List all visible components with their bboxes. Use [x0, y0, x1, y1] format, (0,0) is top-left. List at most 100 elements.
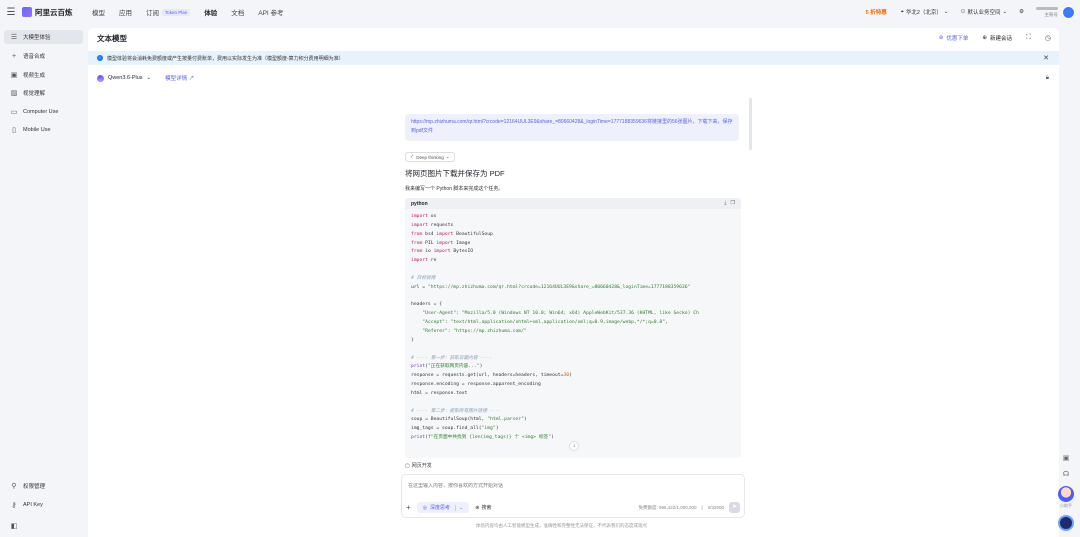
brand-logo[interactable]: 阿里云百炼 [22, 7, 92, 18]
link-label: 模型详情 [165, 76, 188, 82]
sidebar-item-permissions[interactable]: ⚲ 权限管理 [4, 479, 83, 493]
new-chat-button[interactable]: ⊕ 新建会话 [982, 34, 1012, 42]
account-type: 主账号 [1044, 11, 1059, 17]
scrollbar[interactable] [749, 98, 752, 150]
user-info[interactable]: 主账号 [1036, 6, 1059, 18]
send-button[interactable]: ➤ [729, 502, 740, 513]
chevron-down-icon: ⌄ [1002, 9, 1008, 15]
robot-assistant-icon[interactable] [1058, 515, 1074, 531]
nav-docs[interactable]: 文档 [231, 7, 244, 17]
sidebar-item-llm[interactable]: ☰ 大模型体验 [4, 30, 83, 44]
sidebar-item-video[interactable]: ▣ 视频生成 [4, 68, 83, 82]
chat-input-box: + ◎深度思考 ⌄ ⊕搜索 免费额度: 996,422/1,000,000 | 0… [401, 474, 745, 518]
settings-icon[interactable]: ⚙ [1019, 9, 1024, 15]
attach-plus-icon[interactable]: + [406, 503, 411, 512]
brand-name: 阿里云百炼 [35, 7, 73, 17]
quota-text: 免费额度: 996,422/1,000,000 [638, 504, 697, 510]
monitor-icon: ▭ [10, 109, 18, 116]
model-detail-link[interactable]: 模型详情 ↗ [165, 74, 194, 82]
button-label: 搜索 [481, 505, 492, 511]
chevron-down-icon: ⌄ [455, 504, 463, 511]
model-name: Qwen3.6-Plus [108, 75, 143, 81]
deep-thinking-toggle[interactable]: ✓ Deep thinking ⌄ [405, 152, 455, 162]
text-icon: ☰ [10, 34, 18, 41]
sidebar-item-tts[interactable]: + 语音合成 [4, 49, 83, 63]
optimize-order-button[interactable]: ⊛ 优惠下单 [939, 34, 969, 42]
button-label: 深度思考 [430, 505, 451, 511]
sidebar-item-label: 语音合成 [23, 54, 46, 60]
workspace-icon: ⚇ [960, 9, 966, 15]
assistant-message: ✓ Deep thinking ⌄ 将网页图片下载并保存为 PDF 我来编写一个 P… [405, 152, 741, 458]
nav-subscription[interactable]: 订阅 Token Plan [146, 7, 191, 17]
code-content: import os import requests from bs4 impor… [411, 214, 699, 441]
brain-icon: ◎ [422, 504, 428, 511]
nav-apps[interactable]: 应用 [119, 7, 132, 17]
panel-icon: ◧ [10, 523, 18, 530]
main-panel: 文本模型 ⊛ 优惠下单 ⊕ 新建会话 ⛶ ◷ i 模型体验将会消耗免费额度或产生按量… [88, 28, 1059, 537]
nav-experience[interactable]: 体验 [204, 7, 217, 17]
chat-input[interactable] [408, 483, 708, 489]
sidebar-item-api-key[interactable]: ⚷ API Key [4, 498, 83, 512]
web-search-button[interactable]: ⊕ 搜索 [475, 504, 492, 512]
menu-icon[interactable]: ☰ [0, 7, 22, 18]
download-icon[interactable]: ⤓ [724, 200, 726, 206]
nav-label: 文档 [231, 10, 245, 17]
region-selector[interactable]: ⌖ 华北2（北京） ⌄ [901, 8, 949, 17]
response-intro: 我来编写一个 Python 脚本来完成这个任务。 [405, 186, 504, 192]
scroll-to-bottom-button[interactable]: ↓ [569, 441, 579, 451]
image-icon: ▨ [10, 90, 18, 97]
page-title: 文本模型 [97, 33, 127, 43]
code-block: python ⤓ ❐ import os import requests from… [405, 198, 741, 458]
nav-models[interactable]: 模型 [92, 7, 105, 17]
username-masked [1036, 6, 1058, 10]
external-link-icon: ↗ [188, 76, 195, 82]
web-dev-chip[interactable]: ▢ 网页开发 [405, 462, 432, 470]
workspace-selector[interactable]: ⚇ 默认业务空间 ⌄ [961, 8, 1008, 16]
plus-icon: + [11, 52, 17, 60]
title-actions: ⊛ 优惠下单 ⊕ 新建会话 ⛶ ◷ [939, 28, 1051, 48]
sidebar-item-vision[interactable]: ▨ 视觉理解 [4, 86, 83, 100]
deep-think-button[interactable]: ◎ 深度思考 ⌄ [416, 502, 470, 513]
button-label: 新建会话 [989, 36, 1012, 42]
history-icon[interactable]: ◷ [1045, 34, 1051, 42]
mobile-icon: ▯ [12, 127, 16, 134]
model-bar: Qwen3.6-Plus ⌄ 模型详情 ↗ [97, 74, 194, 82]
chevron-down-icon: ⌄ [146, 75, 152, 81]
nav-label: API 参考 [258, 10, 284, 17]
sidebar-item-label: API Key [23, 502, 43, 508]
lock-icon[interactable]: 🔒︎ [1046, 75, 1049, 82]
token-plan-tag: Token Plan [162, 8, 191, 16]
feedback-icon[interactable]: ▣ [1061, 454, 1071, 464]
nav-right: 5 折特惠 ⌖ 华北2（北京） ⌄ ⚇ 默认业务空间 ⌄ ⚙ 主账号 [866, 0, 1080, 24]
info-icon: i [97, 55, 103, 61]
code-language: python [405, 198, 741, 209]
input-tools: + ◎ 深度思考 ⌄ ⊕ 搜索 [406, 502, 491, 513]
copy-icon[interactable]: ❐ [731, 200, 735, 206]
nav-api-reference[interactable]: API 参考 [258, 7, 283, 17]
chevron-down-icon: ⌄ [943, 9, 949, 15]
globe-icon: ⊕ [475, 504, 480, 511]
sidebar-item-mobile-use[interactable]: ▯ Mobile Use [4, 123, 83, 137]
collapse-sidebar-icon[interactable]: ◧ [4, 519, 18, 533]
headset-icon[interactable]: ☊ [1061, 470, 1071, 480]
qwen-logo-icon [97, 74, 104, 82]
nav-label: 体验 [204, 10, 218, 17]
sidebar-item-label: 视频生成 [23, 73, 46, 79]
notice-banner: i 模型体验将会消耗免费额度或产生按量付费账单，费用以实际发生为准（模型额度-算… [88, 51, 1059, 65]
float-label: 小助手 [1060, 503, 1072, 508]
disclaimer: 体验内容均由人工智能模型生成，准确性和完整性无法保证，不代表我们的态度或观点 [476, 523, 647, 528]
chip-label: 网页开发 [411, 463, 432, 469]
sidebar-item-label: Mobile Use [23, 127, 51, 133]
sidebar-item-computer-use[interactable]: ▭ Computer Use [4, 105, 83, 119]
check-icon: ✓ [410, 154, 415, 160]
video-icon: ▣ [10, 72, 18, 79]
close-icon[interactable]: ✕ [1043, 54, 1049, 62]
avatar[interactable] [1062, 5, 1075, 19]
promo-link[interactable]: 5 折特惠 [866, 8, 887, 16]
model-selector[interactable]: Qwen3.6-Plus ⌄ [97, 74, 152, 82]
top-navigation: ☰ 阿里云百炼 模型 应用 订阅 Token Plan 体验 文档 API 参考 … [0, 0, 1080, 24]
assistant-avatar[interactable] [1058, 486, 1074, 502]
fullscreen-icon[interactable]: ⛶ [1026, 34, 1031, 42]
input-status: 免费额度: 996,422/1,000,000 | 0/32000 ➤ [638, 502, 740, 513]
divider: | [701, 505, 703, 510]
